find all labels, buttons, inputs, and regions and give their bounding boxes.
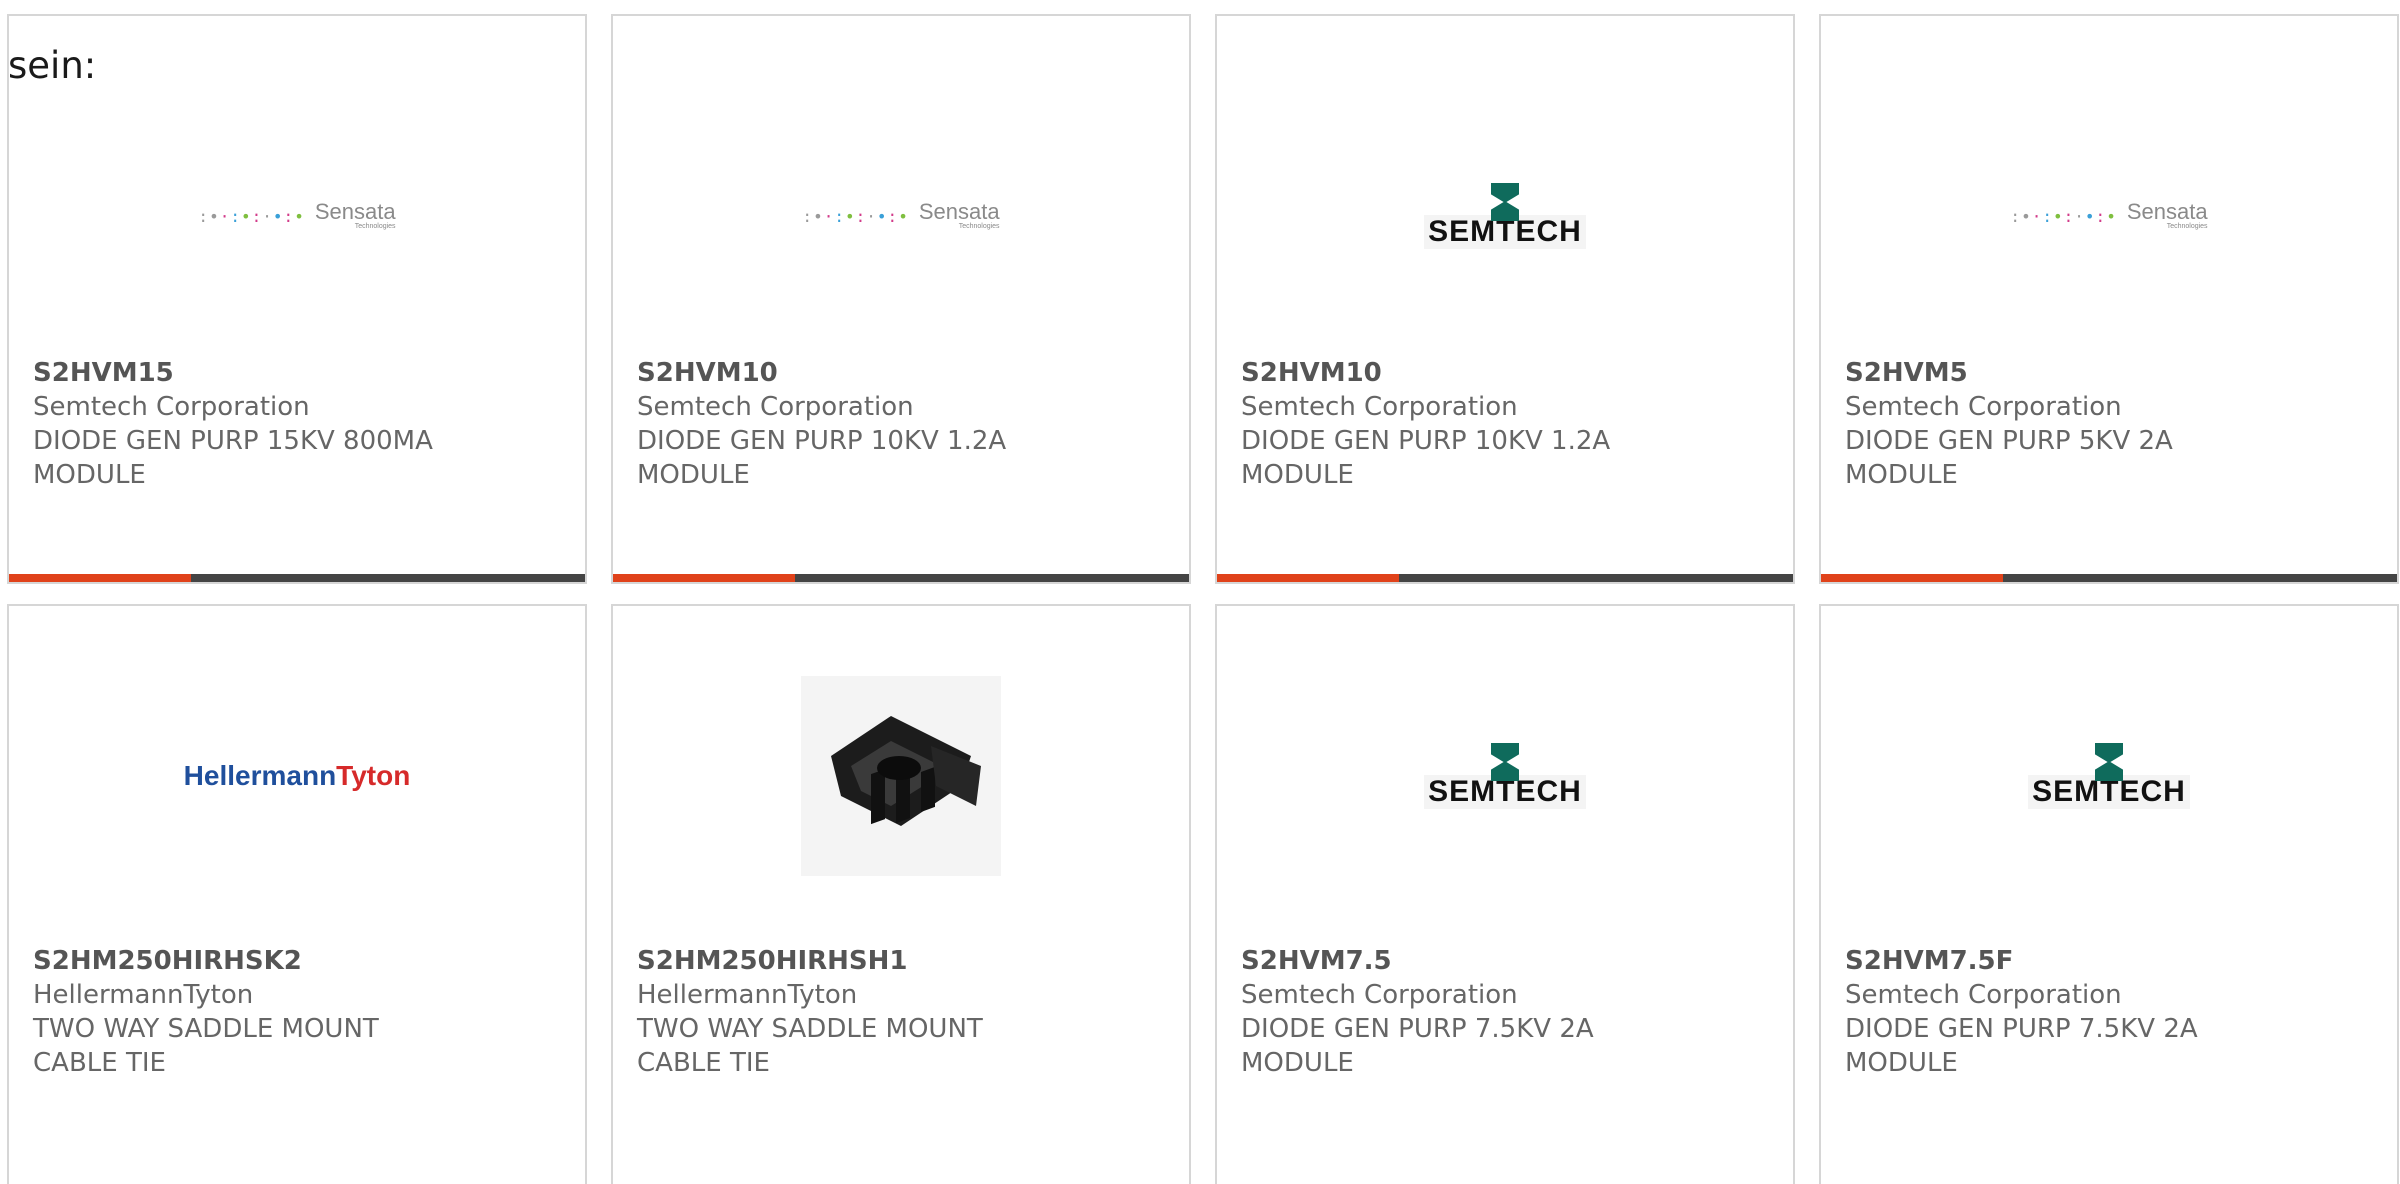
sensata-sub-wordmark: Technologies <box>958 223 1000 230</box>
product-info: S2HVM15 Semtech Corporation DIODE GEN PU… <box>33 356 565 492</box>
card-bottom-bar <box>9 574 585 582</box>
product-card[interactable]: SEMTECH S2HVM7.5 Semtech Corporation DIO… <box>1215 604 1795 1184</box>
description-line-2: MODULE <box>1845 1048 1958 1078</box>
description-line-1: DIODE GEN PURP 7.5KV 2A <box>1845 1014 2198 1044</box>
manufacturer: Semtech Corporation <box>637 392 914 422</box>
description-line-2: MODULE <box>637 460 750 490</box>
brand-logo-area: SEMTECH <box>1821 666 2397 886</box>
sensata-wordmark: Sensata <box>314 199 396 224</box>
product-card[interactable]: SEMTECH S2HVM7.5F Semtech Corporation DI… <box>1819 604 2399 1184</box>
sensata-logo: :•·:•:·•:• Sensata Technologies <box>2010 201 2207 231</box>
description-line-1: TWO WAY SADDLE MOUNT <box>33 1014 379 1044</box>
product-info: S2HVM7.5F Semtech Corporation DIODE GEN … <box>1845 944 2377 1080</box>
manufacturer: Semtech Corporation <box>1241 980 1518 1010</box>
semtech-logo: SEMTECH <box>1424 743 1586 809</box>
intro-text: sein: <box>8 44 97 87</box>
product-info: S2HVM10 Semtech Corporation DIODE GEN PU… <box>637 356 1169 492</box>
description-line-1: DIODE GEN PURP 7.5KV 2A <box>1241 1014 1594 1044</box>
sensata-dots-icon: :•·:•:·•:• <box>198 206 305 226</box>
manufacturer: Semtech Corporation <box>1845 980 2122 1010</box>
hellermann-wordmark: Hellermann <box>183 760 337 791</box>
product-info: S2HVM7.5 Semtech Corporation DIODE GEN P… <box>1241 944 1773 1080</box>
product-card[interactable]: :•·:•:·•:• Sensata Technologies S2HVM10 … <box>611 14 1191 584</box>
card-bottom-bar <box>1217 574 1793 582</box>
product-card[interactable]: S2HM250HIRHSH1 HellermannTyton TWO WAY S… <box>611 604 1191 1184</box>
product-info: S2HVM10 Semtech Corporation DIODE GEN PU… <box>1241 356 1773 492</box>
product-card[interactable]: SEMTECH S2HVM10 Semtech Corporation DIOD… <box>1215 14 1795 584</box>
description-line-2: MODULE <box>1241 1048 1354 1078</box>
description-line-1: TWO WAY SADDLE MOUNT <box>637 1014 983 1044</box>
part-number-link[interactable]: S2HM250HIRHSK2 <box>33 944 565 978</box>
description-line-2: MODULE <box>33 460 146 490</box>
product-info: S2HM250HIRHSH1 HellermannTyton TWO WAY S… <box>637 944 1169 1080</box>
product-card[interactable]: :•·:•:·•:• Sensata Technologies S2HVM5 S… <box>1819 14 2399 584</box>
product-card[interactable]: HellermannTyton S2HM250HIRHSK2 Hellerman… <box>7 604 587 1184</box>
description-line-2: MODULE <box>1845 460 1958 490</box>
semtech-logo: SEMTECH <box>1424 183 1586 249</box>
semtech-logo: SEMTECH <box>2028 743 2190 809</box>
cable-tie-mount-image <box>801 676 1001 876</box>
semtech-mark-icon <box>1491 183 1519 221</box>
manufacturer: Semtech Corporation <box>1845 392 2122 422</box>
description-line-2: MODULE <box>1241 460 1354 490</box>
product-grid: :•·:•:·•:• Sensata Technologies S2HVM15 … <box>0 0 2400 1184</box>
hellermanntyton-logo: HellermannTyton <box>184 760 411 792</box>
cable-tie-mount-icon <box>831 716 981 826</box>
sensata-dots-icon: :•·:•:·•:• <box>2010 206 2117 226</box>
product-info: S2HVM5 Semtech Corporation DIODE GEN PUR… <box>1845 356 2377 492</box>
manufacturer: HellermannTyton <box>637 980 858 1010</box>
sensata-wordmark: Sensata <box>918 199 1000 224</box>
sensata-dots-icon: :•·:•:·•:• <box>802 206 909 226</box>
product-card[interactable]: :•·:•:·•:• Sensata Technologies S2HVM15 … <box>7 14 587 584</box>
card-accent-bar <box>613 574 795 582</box>
description-line-1: DIODE GEN PURP 15KV 800MA <box>33 426 433 456</box>
brand-logo-area <box>613 666 1189 886</box>
card-bottom-bar <box>613 574 1189 582</box>
description-line-1: DIODE GEN PURP 10KV 1.2A <box>1241 426 1611 456</box>
description-line-1: DIODE GEN PURP 5KV 2A <box>1845 426 2173 456</box>
sensata-sub-wordmark: Technologies <box>2166 223 2208 230</box>
part-number-link[interactable]: S2HVM10 <box>1241 356 1773 390</box>
brand-logo-area: :•·:•:·•:• Sensata Technologies <box>9 156 585 276</box>
description-line-2: CABLE TIE <box>637 1048 770 1078</box>
sensata-sub-wordmark: Technologies <box>354 223 396 230</box>
brand-logo-area: :•·:•:·•:• Sensata Technologies <box>613 156 1189 276</box>
description-line-2: CABLE TIE <box>33 1048 166 1078</box>
sensata-logo: :•·:•:·•:• Sensata Technologies <box>802 201 999 231</box>
sensata-logo: :•·:•:·•:• Sensata Technologies <box>198 201 395 231</box>
part-number-link[interactable]: S2HVM7.5F <box>1845 944 2377 978</box>
part-number-link[interactable]: S2HVM5 <box>1845 356 2377 390</box>
sensata-wordmark: Sensata <box>2126 199 2208 224</box>
card-accent-bar <box>9 574 191 582</box>
brand-logo-area: :•·:•:·•:• Sensata Technologies <box>1821 156 2397 276</box>
part-number-link[interactable]: S2HM250HIRHSH1 <box>637 944 1169 978</box>
product-info: S2HM250HIRHSK2 HellermannTyton TWO WAY S… <box>33 944 565 1080</box>
description-line-1: DIODE GEN PURP 10KV 1.2A <box>637 426 1007 456</box>
tyton-wordmark: Tyton <box>336 760 411 791</box>
brand-logo-area: SEMTECH <box>1217 156 1793 276</box>
part-number-link[interactable]: S2HVM10 <box>637 356 1169 390</box>
part-number-link[interactable]: S2HVM15 <box>33 356 565 390</box>
card-accent-bar <box>1821 574 2003 582</box>
card-bottom-bar <box>1821 574 2397 582</box>
brand-logo-area: SEMTECH <box>1217 666 1793 886</box>
part-number-link[interactable]: S2HVM7.5 <box>1241 944 1773 978</box>
manufacturer: HellermannTyton <box>33 980 254 1010</box>
card-accent-bar <box>1217 574 1399 582</box>
brand-logo-area: HellermannTyton <box>9 666 585 886</box>
semtech-mark-icon <box>1491 743 1519 781</box>
manufacturer: Semtech Corporation <box>33 392 310 422</box>
manufacturer: Semtech Corporation <box>1241 392 1518 422</box>
semtech-mark-icon <box>2095 743 2123 781</box>
